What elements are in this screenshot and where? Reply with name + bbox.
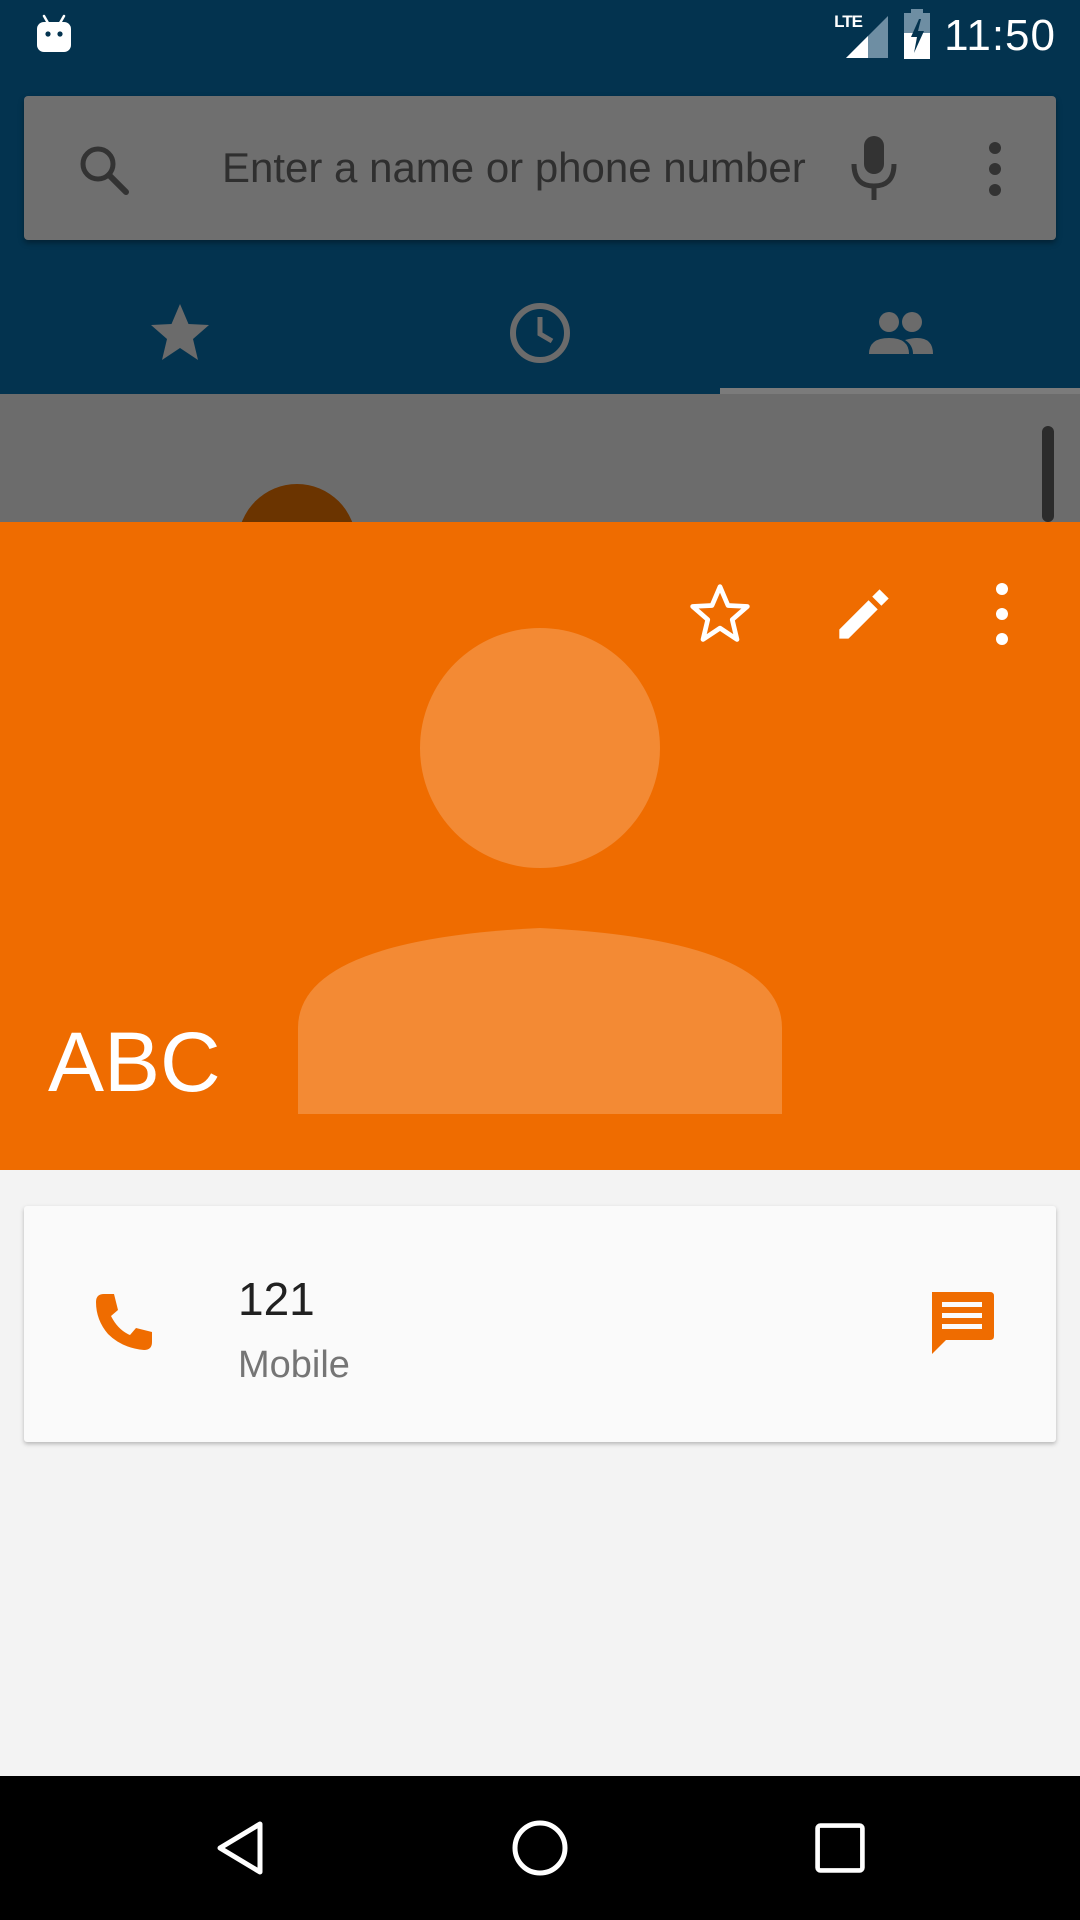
more-vert-icon — [996, 583, 1008, 645]
tab-favorites[interactable] — [0, 272, 360, 394]
message-icon[interactable] — [924, 1286, 998, 1360]
lte-signal-icon: LTE — [834, 12, 890, 60]
android-notification-icon — [34, 14, 74, 54]
search-icon[interactable] — [74, 140, 134, 200]
search-box[interactable]: Enter a name or phone number — [24, 96, 1056, 240]
home-circle-icon — [512, 1820, 568, 1876]
back-button[interactable] — [190, 1798, 290, 1898]
status-bar: LTE 11:50 — [0, 0, 1080, 72]
back-triangle-icon — [217, 1821, 263, 1875]
more-options-button[interactable] — [962, 574, 1042, 654]
phone-icon[interactable] — [88, 1288, 158, 1358]
contact-name: ABC — [48, 1015, 221, 1109]
star-outline-icon — [690, 584, 750, 642]
status-icons: LTE 11:50 — [834, 8, 1056, 64]
edit-pencil-icon — [839, 589, 889, 639]
tab-contacts[interactable] — [720, 272, 1080, 394]
search-input[interactable]: Enter a name or phone number — [222, 140, 806, 196]
recents-button[interactable] — [790, 1798, 890, 1898]
people-icon — [869, 312, 933, 354]
contact-photo-placeholder-icon — [298, 628, 782, 1114]
phone-type-label: Mobile — [238, 1344, 350, 1386]
more-options-icon[interactable] — [970, 136, 1020, 202]
app-bar: Enter a name or phone number — [0, 72, 1080, 394]
favorite-star-button[interactable] — [680, 574, 760, 654]
avatar — [238, 484, 356, 522]
microphone-icon[interactable] — [844, 134, 904, 204]
clock-icon — [510, 303, 570, 363]
scrollbar[interactable] — [1042, 426, 1054, 522]
phone-number: 121 — [238, 1273, 315, 1325]
tab-recents[interactable] — [360, 272, 720, 394]
tab-bar — [0, 272, 1080, 394]
contacts-list-dimmed — [0, 394, 1080, 522]
phone-entry-card[interactable]: 121 Mobile — [24, 1206, 1056, 1442]
navigation-bar — [0, 1776, 1080, 1920]
recents-square-icon — [815, 1823, 865, 1873]
battery-charging-icon — [902, 8, 932, 64]
home-button[interactable] — [490, 1798, 590, 1898]
edit-button[interactable] — [824, 574, 904, 654]
star-icon — [151, 304, 209, 360]
clock: 11:50 — [944, 11, 1056, 60]
contact-header: ABC — [0, 522, 1080, 1170]
